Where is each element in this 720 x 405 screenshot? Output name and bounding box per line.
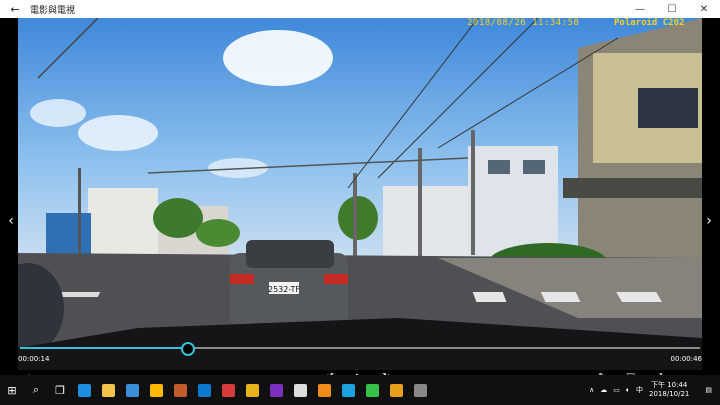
start-windows-icon[interactable]: ⊞	[0, 378, 24, 402]
system-tray: ∧ ☁ ▭ 🔈︎ 中 下午 10:44 2018/10/21 ▤	[589, 375, 720, 405]
maximize-icon[interactable]: ☐	[656, 4, 688, 15]
app-12-icon	[341, 383, 355, 397]
close-icon[interactable]: ✕	[688, 4, 720, 15]
tray-clock[interactable]: 下午 10:44 2018/10/21	[649, 381, 689, 399]
taskbar-app-app-15[interactable]	[408, 378, 432, 402]
window-title: 電影與電視	[30, 5, 76, 16]
app-10-icon	[293, 383, 307, 397]
back-arrow-icon[interactable]: ←	[0, 3, 30, 16]
title-bar: ← 電影與電視 — ☐ ✕	[0, 0, 720, 18]
elapsed-time: 00:00:14	[18, 355, 50, 363]
file-explorer-icon	[101, 383, 115, 397]
video-player[interactable]: 2532-TF 2018/08/26 11:34:58 Polaroid C20…	[0, 18, 720, 370]
taskbar-app-app-10[interactable]	[288, 378, 312, 402]
video-frame: 2532-TF	[18, 18, 702, 370]
car-window	[246, 240, 334, 268]
camera-brand-overlay: Polaroid C202	[614, 18, 685, 28]
pole	[78, 168, 81, 258]
tree	[338, 196, 378, 240]
edge-icon	[77, 383, 91, 397]
pinned-apps	[72, 378, 432, 402]
taskbar-app-chrome[interactable]	[240, 378, 264, 402]
pole	[353, 173, 357, 263]
taskbar-app-app-11[interactable]	[312, 378, 336, 402]
building	[488, 160, 510, 174]
app-7-icon	[221, 383, 235, 397]
crosswalk	[540, 292, 581, 302]
line-icon	[365, 383, 379, 397]
cloud	[78, 115, 158, 151]
building	[638, 88, 698, 128]
tree	[153, 198, 203, 238]
building	[523, 160, 545, 174]
app-5-icon	[173, 383, 187, 397]
photos-icon	[149, 383, 163, 397]
cloud	[223, 30, 333, 86]
license-plate-text: 2532-TF	[268, 285, 300, 294]
taskbar-app-app-12[interactable]	[336, 378, 360, 402]
tray-date: 2018/10/21	[649, 390, 690, 398]
taskbar-app-line[interactable]	[360, 378, 384, 402]
crosswalk	[616, 292, 662, 302]
seek-bar-thumb[interactable]	[180, 342, 195, 356]
remaining-time: 00:00:46	[670, 355, 702, 363]
battery-icon[interactable]: ▭	[613, 386, 620, 394]
crosswalk	[472, 292, 507, 302]
pole	[471, 130, 475, 255]
building	[88, 188, 158, 256]
app-9-icon	[269, 383, 283, 397]
taskbar-app-edge[interactable]	[72, 378, 96, 402]
taskbar-app-app-7[interactable]	[216, 378, 240, 402]
notifications-icon[interactable]: ▤	[705, 386, 712, 394]
taskbar-app-photos[interactable]	[144, 378, 168, 402]
taskbar-app-app-6[interactable]	[192, 378, 216, 402]
app-6-icon	[197, 383, 211, 397]
video-timestamp-overlay: 2018/08/26 11:34:58	[467, 18, 580, 28]
car-taillight	[324, 274, 348, 284]
taskbar-app-app-5[interactable]	[168, 378, 192, 402]
pole	[418, 148, 422, 258]
taskbar-app-app-9[interactable]	[264, 378, 288, 402]
volume-tray-icon[interactable]: 🔈︎	[626, 386, 630, 395]
car-taillight	[230, 274, 254, 284]
app-11-icon	[317, 383, 331, 397]
building	[383, 186, 473, 256]
search-icon[interactable]: ⌕	[24, 378, 48, 402]
tray-chevron-icon[interactable]: ∧	[589, 386, 594, 394]
tree	[196, 219, 240, 247]
cloud	[30, 99, 86, 127]
store-icon	[125, 383, 139, 397]
seek-bar-fill	[20, 347, 188, 349]
app-15-icon	[413, 383, 427, 397]
taskbar-app-file-explorer[interactable]	[96, 378, 120, 402]
chrome-icon	[245, 383, 259, 397]
building	[563, 178, 702, 198]
task-view-icon[interactable]: ❐	[48, 378, 72, 402]
ime-icon[interactable]: 中	[636, 385, 643, 395]
taskbar-app-store[interactable]	[120, 378, 144, 402]
app-14-icon	[389, 383, 403, 397]
building	[46, 213, 91, 256]
minimize-icon[interactable]: —	[624, 4, 656, 15]
network-icon[interactable]: ☁	[600, 386, 607, 394]
tray-time: 下午 10:44	[650, 381, 688, 389]
next-video-arrow-icon[interactable]: ›	[702, 213, 716, 229]
previous-video-arrow-icon[interactable]: ‹	[4, 213, 18, 229]
taskbar-app-app-14[interactable]	[384, 378, 408, 402]
